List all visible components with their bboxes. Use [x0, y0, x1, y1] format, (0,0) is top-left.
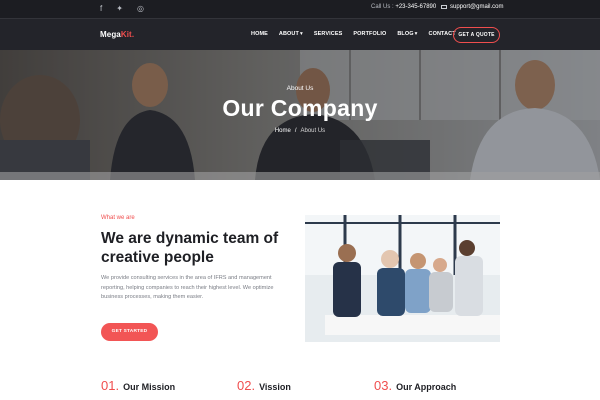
mail-icon — [441, 5, 447, 9]
nav-item-label: PORTFOLIO — [353, 31, 387, 37]
page-title: Our Company — [222, 95, 378, 121]
email-address[interactable]: support@gmail.com — [450, 4, 503, 10]
feature-number: 01. — [101, 378, 120, 393]
chevron-down-icon: ▾ — [299, 31, 303, 37]
nav-item-contact[interactable]: CONTACT — [429, 31, 456, 37]
twitter-icon[interactable]: ✦ — [116, 4, 123, 14]
nav-item-about[interactable]: ABOUT▾ — [279, 31, 303, 37]
call-label: Call Us : — [371, 4, 394, 10]
section-paragraph: We provide consulting services in the ar… — [101, 275, 274, 300]
chevron-down-icon: ▾ — [414, 31, 418, 37]
feature-number: 02. — [237, 378, 256, 393]
breadcrumb-home[interactable]: Home — [275, 128, 291, 134]
get-started-button[interactable]: GET STARTED — [101, 323, 158, 341]
feature-label: Our Approach — [396, 382, 457, 392]
section-heading: We are dynamic team of creative people — [101, 230, 279, 266]
logo-accent: Kit. — [120, 30, 135, 39]
breadcrumb-separator: / — [294, 128, 297, 134]
top-bar: f ✦ ◎ Call Us : +23-345-67890 support@gm… — [0, 0, 600, 18]
nav-item-home[interactable]: HOME — [251, 31, 268, 37]
main-nav: MegaKit. HOME ABOUT▾ SERVICES PORTFOLIO … — [0, 18, 600, 50]
nav-item-label: ABOUT — [278, 31, 299, 37]
nav-item-label: SERVICES — [313, 31, 343, 37]
breadcrumb-current: About Us — [300, 128, 326, 134]
call-info: Call Us : +23-345-67890 — [371, 4, 436, 10]
nav-item-services[interactable]: SERVICES — [314, 31, 343, 37]
nav-item-label: CONTACT — [428, 31, 456, 37]
feature-vision: 02. Vission — [237, 378, 291, 393]
feature-number: 03. — [374, 378, 393, 393]
social-links: f ✦ ◎ — [100, 4, 144, 14]
feature-mission: 01. Our Mission — [101, 378, 175, 393]
github-icon[interactable]: ◎ — [137, 4, 144, 14]
nav-item-portfolio[interactable]: PORTFOLIO — [353, 31, 386, 37]
section-eyebrow: What we are — [101, 215, 135, 221]
nav-menu: HOME ABOUT▾ SERVICES PORTFOLIO BLOG▾ CON… — [251, 31, 456, 37]
hero-subtitle: About Us — [286, 85, 314, 92]
logo[interactable]: MegaKit. — [100, 30, 134, 39]
call-number[interactable]: +23-345-67890 — [395, 4, 436, 10]
nav-item-label: HOME — [251, 31, 268, 37]
hero-banner: About Us Our Company Home / About Us — [0, 50, 600, 180]
feature-approach: 03. Our Approach — [374, 378, 456, 393]
logo-main: Mega — [100, 30, 121, 39]
team-photo — [305, 215, 500, 342]
feature-label: Our Mission — [123, 382, 176, 392]
email-info[interactable]: support@gmail.com — [441, 4, 503, 10]
breadcrumb: Home / About Us — [0, 128, 600, 134]
nav-item-label: BLOG — [397, 31, 414, 37]
get-a-quote-button[interactable]: GET A QUOTE — [453, 27, 500, 43]
feature-label: Vission — [259, 382, 291, 392]
nav-item-blog[interactable]: BLOG▾ — [397, 31, 417, 37]
facebook-icon[interactable]: f — [100, 4, 102, 14]
